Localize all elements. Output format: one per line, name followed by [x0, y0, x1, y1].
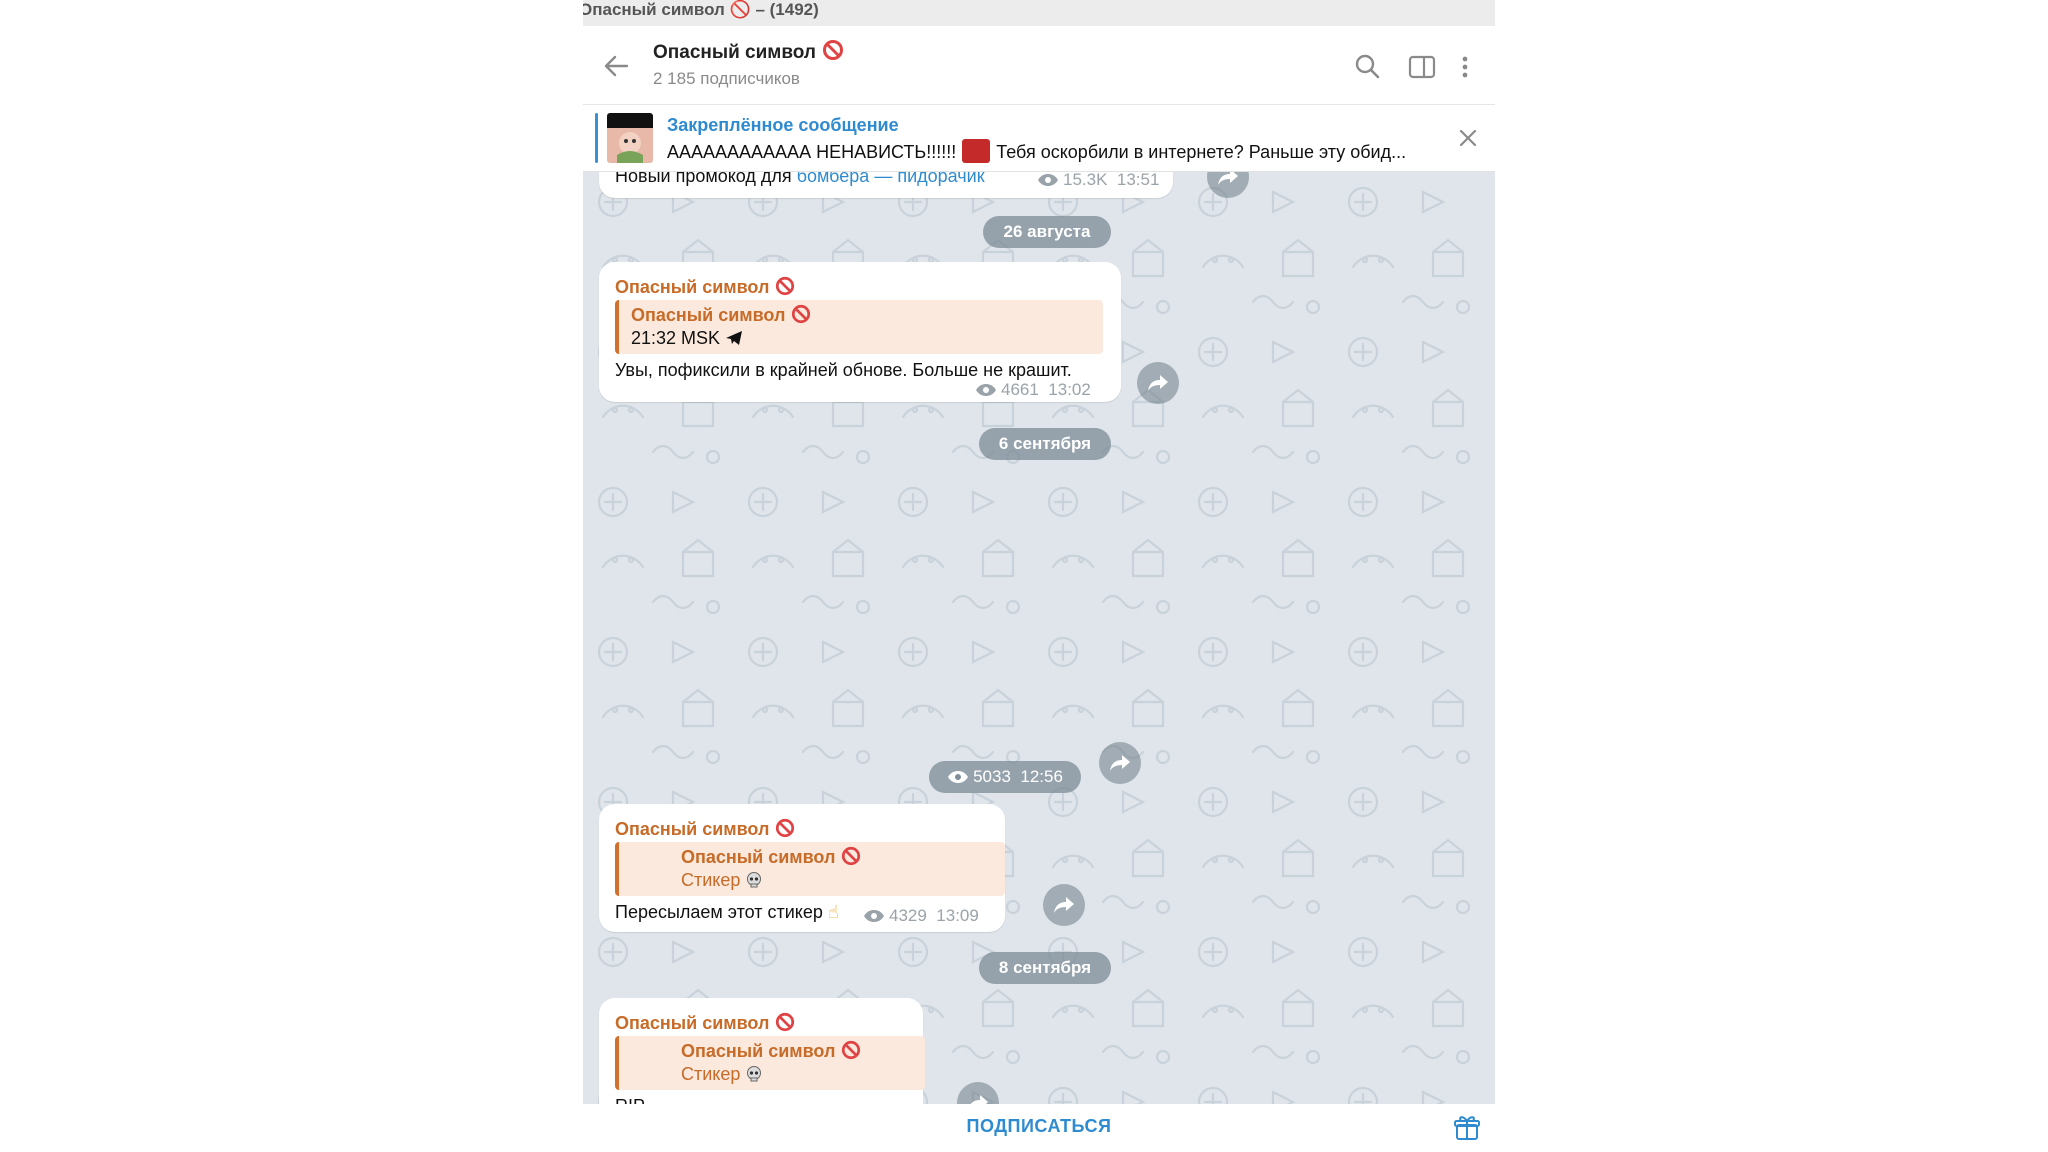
message-sender[interactable]: Опасный символ — [615, 276, 795, 298]
prohibited-emoji-icon — [822, 40, 843, 60]
message-text-suffix: — пидорачик — [874, 172, 985, 186]
pinned-text-start: АААААААААААА НЕНАВИСТЬ!!!!!! — [667, 142, 957, 162]
message-text-prefix: Новый промокод для — [615, 172, 792, 186]
reply-sender-name: Опасный символ — [681, 847, 836, 867]
forward-button[interactable] — [1099, 742, 1141, 784]
window-title-bar: Опасный символ 🚫 – (1492) — [583, 0, 1495, 26]
window-title: Опасный символ 🚫 – (1492) — [583, 0, 819, 19]
chat-header: Опасный символ 2 185 подписчиков — [583, 26, 1495, 105]
message-time: 12:56 — [1020, 767, 1063, 786]
message-views: 5033 — [973, 767, 1011, 786]
subscribe-button[interactable]: ПОДПИСАТЬСЯ — [583, 1116, 1495, 1137]
reply-sender: Опасный символ — [681, 846, 861, 868]
reply-preview[interactable]: Опасный символ Стикер — [615, 842, 1005, 896]
message-text-value: Пересылаем этот стикер — [615, 902, 823, 922]
message-bubble[interactable]: Опасный символ Опасный символ 21:32 MSK … — [599, 262, 1121, 402]
message-views: 4661 — [1001, 380, 1039, 399]
reply-text-value: Стикер — [681, 870, 741, 890]
message-sender[interactable]: Опасный символ — [615, 818, 795, 840]
message-text: RIP — [615, 1096, 645, 1104]
more-vertical-icon[interactable] — [1455, 50, 1489, 84]
message-bubble[interactable]: Опасный символ Опасный символ Стикер Пер… — [599, 804, 1005, 932]
message-time: 13:02 — [1048, 380, 1091, 399]
reply-sender: Опасный символ — [681, 1040, 861, 1062]
message-views: 4329 — [889, 906, 927, 925]
reply-text: Стикер — [681, 1064, 763, 1085]
message-bubble[interactable]: Опасный символ Опасный символ Стикер RIP — [599, 998, 925, 1104]
forward-button[interactable] — [1137, 362, 1179, 404]
reply-text-value: 21:32 MSK — [631, 328, 721, 348]
reply-sender-name: Опасный символ — [681, 1041, 836, 1061]
reply-sender: Опасный символ — [631, 304, 811, 326]
message-link[interactable]: бомбера — [797, 172, 870, 186]
reply-sender-name: Опасный символ — [631, 305, 786, 325]
date-separator: 26 августа — [983, 216, 1111, 248]
message-time: 13:51 — [1116, 172, 1160, 189]
forward-arrow-icon — [970, 1095, 988, 1104]
views-eye-icon — [864, 910, 884, 922]
back-arrow-icon[interactable] — [599, 48, 637, 84]
bottom-bar: ПОДПИСАТЬСЯ — [583, 1104, 1495, 1152]
forward-arrow-icon — [1148, 375, 1168, 391]
angry-emoji-icon — [962, 139, 991, 163]
sender-name: Опасный символ — [615, 277, 770, 297]
prohibited-emoji-icon — [776, 1012, 795, 1032]
forward-button[interactable] — [1043, 884, 1085, 926]
subscriber-count: 2 185 подписчиков — [653, 69, 800, 88]
pinned-message-bar[interactable]: Закреплённое сообщение АААААААААААА НЕНА… — [583, 105, 1495, 172]
search-icon[interactable] — [1351, 50, 1385, 84]
prohibited-emoji-icon — [842, 846, 861, 866]
prohibited-emoji-icon — [776, 276, 795, 296]
date-separator: 8 сентября — [979, 952, 1111, 984]
close-icon[interactable] — [1455, 125, 1481, 151]
date-separator: 6 сентября — [979, 428, 1111, 460]
message-meta: 4661 13:02 — [975, 380, 1091, 400]
views-eye-icon — [976, 384, 996, 396]
sidebar-toggle-icon[interactable] — [1405, 50, 1439, 84]
message-bubble[interactable]: Новый промокод для бомбера — пидорачик 1… — [599, 172, 1173, 198]
pinned-thumbnail — [607, 113, 653, 163]
forward-arrow-icon — [1218, 172, 1238, 185]
pinned-text: АААААААААААА НЕНАВИСТЬ!!!!!! Тебя оскорби… — [667, 139, 1447, 163]
message-sender[interactable]: Опасный символ — [615, 1012, 795, 1034]
message-views: 15.3K — [1063, 172, 1108, 189]
reply-preview[interactable]: Опасный символ Стикер — [615, 1036, 925, 1090]
channel-name[interactable]: Опасный символ — [653, 39, 844, 64]
reply-text: 21:32 MSK — [631, 328, 743, 349]
forward-arrow-icon — [1110, 755, 1130, 771]
skull-emoji-icon — [747, 1066, 762, 1082]
gift-icon[interactable] — [1453, 1114, 1481, 1142]
prohibited-emoji-icon — [792, 304, 811, 324]
views-eye-icon — [948, 771, 969, 783]
skull-emoji-icon — [747, 872, 762, 888]
pinned-title: Закреплённое сообщение — [667, 115, 899, 135]
telegram-window: Опасный символ 🚫 – (1492) Опасный символ… — [583, 0, 1495, 1152]
channel-name-text: Опасный символ — [653, 42, 816, 63]
telegram-plane-icon — [726, 331, 743, 345]
reply-preview[interactable]: Опасный символ 21:32 MSK — [615, 300, 1103, 354]
sender-name: Опасный символ — [615, 819, 770, 839]
sender-name: Опасный символ — [615, 1013, 770, 1033]
message-list[interactable]: Новый промокод для бомбера — пидорачик 1… — [583, 172, 1495, 1104]
reply-text-value: Стикер — [681, 1064, 741, 1084]
message-text: Новый промокод для бомбера — пидорачик — [615, 172, 985, 187]
pointing-up-emoji: ☝ — [827, 902, 839, 922]
message-text: Увы, пофиксили в крайней обнове. Больше … — [615, 360, 1072, 380]
sticker-message-meta: 5033 12:56 — [929, 761, 1081, 793]
message-meta: 4329 13:09 — [863, 906, 979, 926]
prohibited-emoji-icon — [776, 818, 795, 838]
pinned-accent-bar — [595, 113, 598, 163]
views-eye-icon — [1038, 174, 1058, 186]
prohibited-emoji-icon — [842, 1040, 861, 1060]
message-time: 13:09 — [936, 906, 979, 925]
reply-text: Стикер — [681, 870, 763, 891]
pinned-text-end: Тебя оскорбили в интернете? Раньше эту о… — [996, 142, 1407, 162]
message-text: Пересылаем этот стикер ☝ — [615, 902, 839, 923]
message-meta: 15.3K 13:51 — [1037, 172, 1159, 190]
forward-arrow-icon — [1054, 897, 1074, 913]
